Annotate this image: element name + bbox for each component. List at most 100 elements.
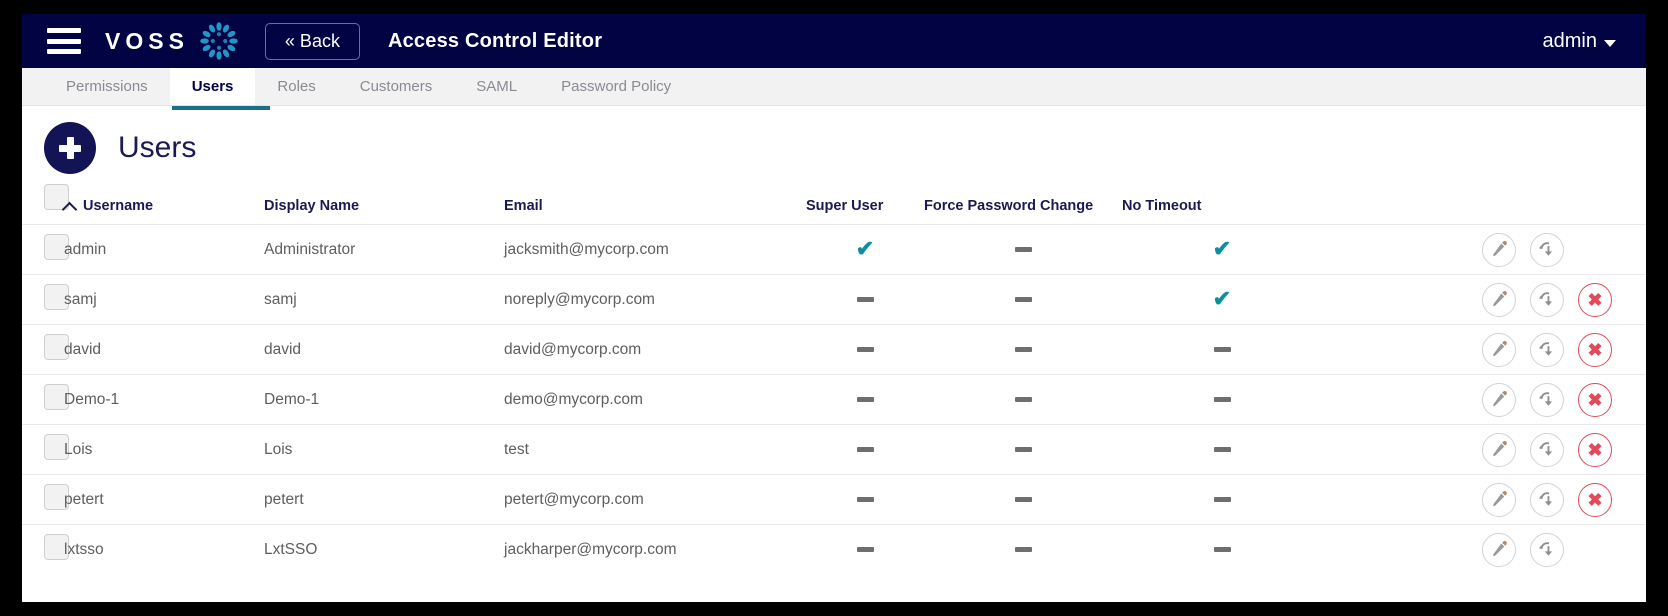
cell-no-timeout: ✔ xyxy=(1122,225,1322,275)
edit-button[interactable] xyxy=(1482,232,1516,267)
row-action-group: ✖ xyxy=(1322,282,1646,317)
header-force-password-change[interactable]: Force Password Change xyxy=(924,182,1122,225)
dash-icon xyxy=(1213,396,1231,402)
clone-button[interactable] xyxy=(1530,532,1564,567)
cell-email: jacksmith@mycorp.com xyxy=(504,240,669,258)
table-row[interactable]: lxtsso LxtSSO jackharper@mycorp.com ✖ xyxy=(22,524,1646,575)
cell-display-name: LxtSSO xyxy=(264,540,318,558)
delete-button[interactable]: ✖ xyxy=(1578,482,1612,517)
pencil-icon xyxy=(1491,291,1508,308)
table-row[interactable]: Lois Lois test ✖ xyxy=(22,424,1646,475)
content-area: Users Username Display Name Email Super … xyxy=(22,106,1646,602)
clone-download-icon xyxy=(1538,340,1557,359)
tab-saml[interactable]: SAML xyxy=(454,68,539,105)
pencil-icon xyxy=(1491,491,1508,508)
tab-customers[interactable]: Customers xyxy=(338,68,455,105)
delete-button[interactable]: ✖ xyxy=(1578,332,1612,367)
dash-icon xyxy=(856,546,874,552)
tab-password-policy[interactable]: Password Policy xyxy=(539,68,693,105)
row-select-cell xyxy=(22,475,69,525)
delete-button[interactable]: ✖ xyxy=(1578,282,1612,317)
top-navbar: VOSS « Back Access Control Editor admin xyxy=(22,14,1646,68)
close-x-icon: ✖ xyxy=(1587,389,1603,410)
cell-super-user xyxy=(806,525,924,575)
clone-button[interactable] xyxy=(1530,382,1564,417)
header-select-all-cell xyxy=(22,182,69,225)
cell-no-timeout xyxy=(1122,325,1322,375)
cell-username: Lois xyxy=(64,440,93,458)
hamburger-icon[interactable] xyxy=(47,28,81,54)
tab-bar: Permissions Users Roles Customers SAML P… xyxy=(22,68,1646,106)
tab-users[interactable]: Users xyxy=(169,68,256,105)
page-title-row: Users xyxy=(22,106,1646,182)
row-action-group: ✖ xyxy=(1322,232,1646,267)
screen-frame: VOSS « Back Access Control Editor admin … xyxy=(0,0,1668,616)
tab-roles[interactable]: Roles xyxy=(255,68,337,105)
header-display-name[interactable]: Display Name xyxy=(264,182,504,225)
header-email[interactable]: Email xyxy=(504,182,806,225)
header-username[interactable]: Username xyxy=(64,182,264,225)
delete-button[interactable]: ✖ xyxy=(1578,432,1612,467)
tab-permissions[interactable]: Permissions xyxy=(44,68,170,105)
add-user-button[interactable] xyxy=(44,122,96,174)
delete-button[interactable]: ✖ xyxy=(1578,382,1612,417)
chevron-up-icon xyxy=(64,202,77,211)
cell-no-timeout xyxy=(1122,475,1322,525)
cell-display-name: Administrator xyxy=(264,240,356,258)
pencil-icon xyxy=(1491,341,1508,358)
row-select-cell xyxy=(22,225,69,275)
header-actions xyxy=(1322,182,1646,225)
user-menu[interactable]: admin xyxy=(1543,30,1616,53)
dash-icon xyxy=(1014,546,1032,552)
cell-username: lxtsso xyxy=(64,540,104,558)
cell-actions: ✖ xyxy=(1322,325,1646,375)
close-x-icon: ✖ xyxy=(1587,489,1603,510)
edit-button[interactable] xyxy=(1482,432,1516,467)
page-title: Users xyxy=(118,131,197,164)
edit-button[interactable] xyxy=(1482,532,1516,567)
edit-button[interactable] xyxy=(1482,482,1516,517)
cell-actions: ✖ xyxy=(1322,475,1646,525)
cell-email: noreply@mycorp.com xyxy=(504,290,655,308)
back-button[interactable]: « Back xyxy=(264,22,360,60)
table-row[interactable]: petert petert petert@mycorp.com ✖ xyxy=(22,474,1646,525)
clone-button[interactable] xyxy=(1530,432,1564,467)
check-icon: ✔ xyxy=(1212,286,1232,311)
clone-download-icon xyxy=(1538,290,1557,309)
cell-super-user xyxy=(806,425,924,475)
header-no-timeout[interactable]: No Timeout xyxy=(1122,182,1322,225)
dash-icon xyxy=(1213,446,1231,452)
check-icon: ✔ xyxy=(855,236,875,261)
cell-display-name: david xyxy=(264,340,302,358)
row-select-cell xyxy=(22,275,69,325)
clone-button[interactable] xyxy=(1530,332,1564,367)
dash-icon xyxy=(856,446,874,452)
cell-force-password-change xyxy=(924,475,1122,525)
cell-super-user xyxy=(806,375,924,425)
voss-burst-logo-icon xyxy=(199,21,239,61)
dash-icon xyxy=(1213,546,1231,552)
clone-download-icon xyxy=(1538,240,1557,259)
table-row[interactable]: admin Administrator jacksmith@mycorp.com ✔ ✔… xyxy=(22,224,1646,275)
dash-icon xyxy=(856,346,874,352)
table-row[interactable]: Demo-1 Demo-1 demo@mycorp.com ✖ xyxy=(22,374,1646,425)
cell-display-name: petert xyxy=(264,490,304,508)
brand-name: VOSS xyxy=(105,27,189,54)
clone-download-icon xyxy=(1538,540,1557,559)
table-row[interactable]: david david david@mycorp.com ✖ xyxy=(22,324,1646,375)
clone-button[interactable] xyxy=(1530,282,1564,317)
cell-actions: ✖ xyxy=(1322,525,1646,575)
clone-button[interactable] xyxy=(1530,232,1564,267)
edit-button[interactable] xyxy=(1482,282,1516,317)
edit-button[interactable] xyxy=(1482,332,1516,367)
edit-button[interactable] xyxy=(1482,382,1516,417)
clone-download-icon xyxy=(1538,440,1557,459)
active-tab-accent-bar xyxy=(172,106,270,110)
dash-icon xyxy=(1014,446,1032,452)
cell-email: petert@mycorp.com xyxy=(504,490,644,508)
table-row[interactable]: samj samj noreply@mycorp.com ✔ ✖ xyxy=(22,274,1646,325)
clone-button[interactable] xyxy=(1530,482,1564,517)
header-super-user[interactable]: Super User xyxy=(806,182,924,225)
dash-icon xyxy=(856,396,874,402)
cell-no-timeout xyxy=(1122,525,1322,575)
